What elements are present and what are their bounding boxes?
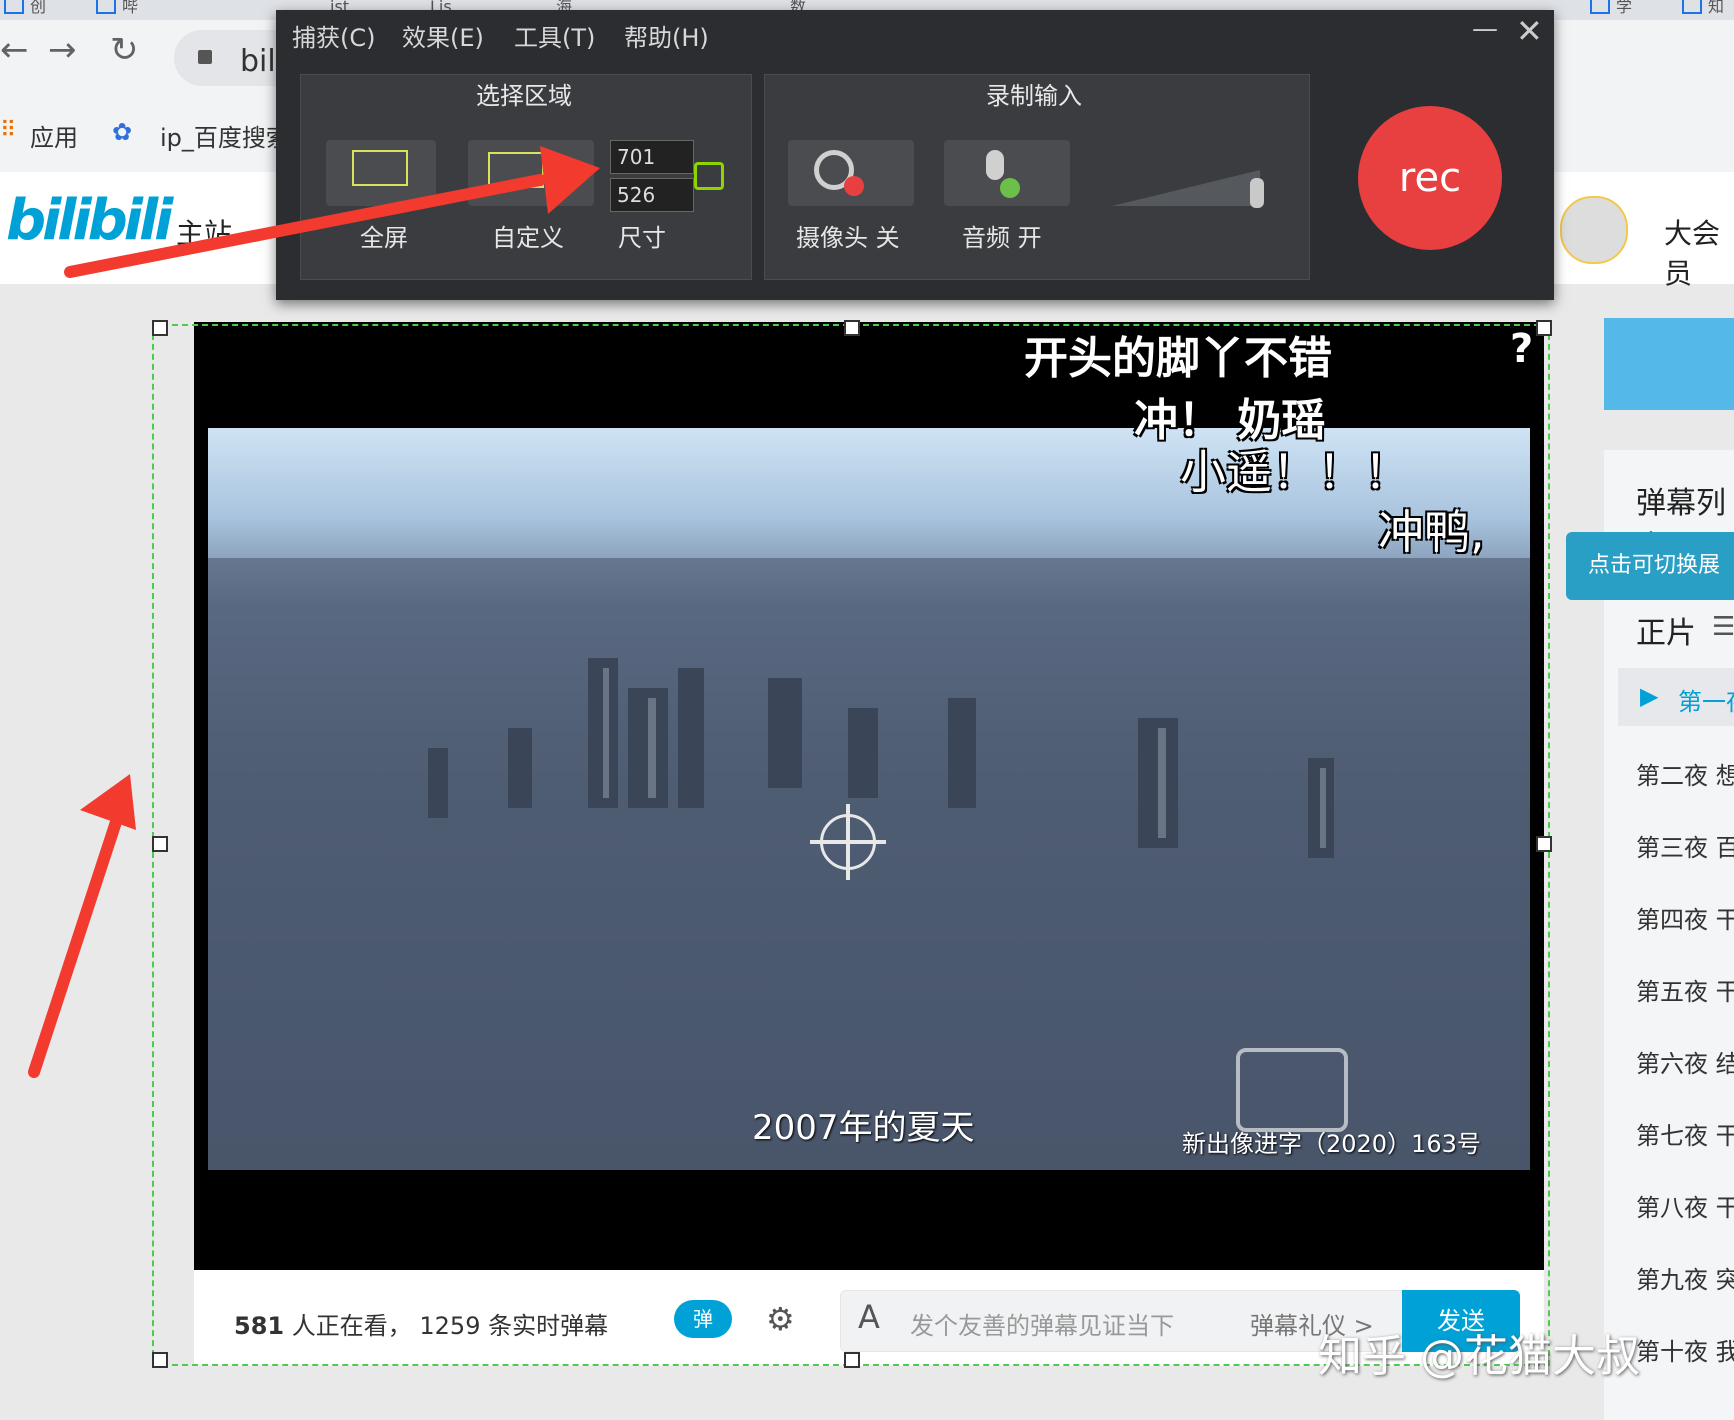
camera-label: 摄像头 关 xyxy=(796,224,900,252)
disabled-badge-icon xyxy=(844,176,864,196)
size-label: 尺寸 xyxy=(618,224,666,252)
menu-help[interactable]: 帮助(H) xyxy=(624,18,709,53)
zhihu-watermark: 知乎 @花猫大叔 xyxy=(1318,1331,1640,1382)
resize-handle[interactable] xyxy=(152,320,168,336)
browser-tab[interactable]: 学 xyxy=(1590,0,1632,20)
episode-item[interactable]: 第一夜 xyxy=(1678,682,1734,717)
fullscreen-label: 全屏 xyxy=(360,224,408,252)
episode-item[interactable]: 第三夜 百 xyxy=(1636,828,1734,863)
mascot-image xyxy=(1604,318,1734,410)
menu-capture[interactable]: 捕获(C) xyxy=(292,18,375,53)
episode-item[interactable]: 第二夜 想 xyxy=(1636,756,1734,791)
minimize-button[interactable]: — xyxy=(1472,14,1498,44)
tab-favicon-icon xyxy=(1682,0,1702,14)
tab-favicon-icon xyxy=(4,0,24,14)
arrowhead-icon xyxy=(80,774,136,830)
audio-label: 音频 开 xyxy=(962,224,1042,252)
list-view-icon[interactable]: ☰ xyxy=(1712,612,1734,642)
select-area-title: 选择区域 xyxy=(476,82,572,110)
episode-item[interactable]: 第五夜 干 xyxy=(1636,972,1734,1007)
tab-favicon-icon xyxy=(1590,0,1610,14)
section-title: 正片 xyxy=(1636,616,1696,651)
forward-arrow-icon[interactable]: → xyxy=(48,30,77,70)
height-input[interactable]: 526 xyxy=(610,178,694,212)
episode-item[interactable]: 第七夜 干 xyxy=(1636,1116,1734,1151)
bookmark-baidu[interactable]: ip_百度搜索 xyxy=(160,118,290,153)
browser-tab[interactable]: 知 xyxy=(1682,0,1724,20)
menu-effects[interactable]: 效果(E) xyxy=(402,18,484,53)
resize-handle[interactable] xyxy=(844,320,860,336)
baidu-paw-icon: ✿ xyxy=(112,118,133,146)
bookmark-apps[interactable]: 应用 xyxy=(30,118,78,153)
main-station-menu[interactable]: 主站 ⌄ xyxy=(176,212,255,252)
capture-region[interactable] xyxy=(152,324,1550,1366)
tab-favicon-icon xyxy=(96,0,116,14)
episode-item[interactable]: 第八夜 干 xyxy=(1636,1188,1734,1223)
resize-handle[interactable] xyxy=(1536,320,1552,336)
microphone-icon xyxy=(986,150,1004,180)
avatar[interactable] xyxy=(1560,196,1628,264)
bilibili-logo[interactable]: bilibili xyxy=(6,188,173,253)
episode-item[interactable]: 第四夜 干 xyxy=(1636,900,1734,935)
menu-tools[interactable]: 工具(T) xyxy=(514,18,595,53)
monitor-icon xyxy=(352,150,408,186)
reload-icon[interactable]: ↻ xyxy=(110,30,139,70)
lock-icon xyxy=(198,50,212,64)
volume-slider[interactable] xyxy=(1110,156,1270,210)
volume-slider-thumb xyxy=(1250,178,1264,208)
close-button[interactable]: ✕ xyxy=(1516,12,1543,50)
episode-item[interactable]: 第六夜 结 xyxy=(1636,1044,1734,1079)
record-button[interactable]: rec xyxy=(1358,106,1502,250)
chevron-down-icon: ⌄ xyxy=(232,224,256,248)
episode-item[interactable]: 第十夜 我 xyxy=(1636,1332,1734,1367)
browser-tab[interactable]: 创 xyxy=(4,0,46,20)
resize-handle[interactable] xyxy=(1536,836,1552,852)
play-indicator-icon: ▶ xyxy=(1640,682,1659,710)
apps-grid-icon[interactable]: ⠿ xyxy=(0,118,16,143)
custom-region-icon xyxy=(488,152,544,188)
resize-handle[interactable] xyxy=(152,1352,168,1368)
vip-link[interactable]: 大会员 xyxy=(1664,212,1734,292)
arrow-to-capture-edge-icon xyxy=(28,816,122,1078)
browser-tab[interactable]: 哔 xyxy=(96,0,138,20)
address-text: bil xyxy=(240,44,276,79)
custom-label: 自定义 xyxy=(492,224,564,252)
back-arrow-icon[interactable]: ← xyxy=(0,30,29,70)
episode-item[interactable]: 第九夜 突 xyxy=(1636,1260,1734,1295)
enabled-badge-icon xyxy=(1000,178,1020,198)
record-input-title: 录制输入 xyxy=(986,82,1082,110)
width-input[interactable]: 701 xyxy=(610,140,694,174)
resize-handle[interactable] xyxy=(844,1352,860,1368)
switch-tooltip: 点击可切换展 xyxy=(1566,532,1734,600)
resize-handle[interactable] xyxy=(152,836,168,852)
aspect-lock-icon[interactable] xyxy=(694,162,724,190)
